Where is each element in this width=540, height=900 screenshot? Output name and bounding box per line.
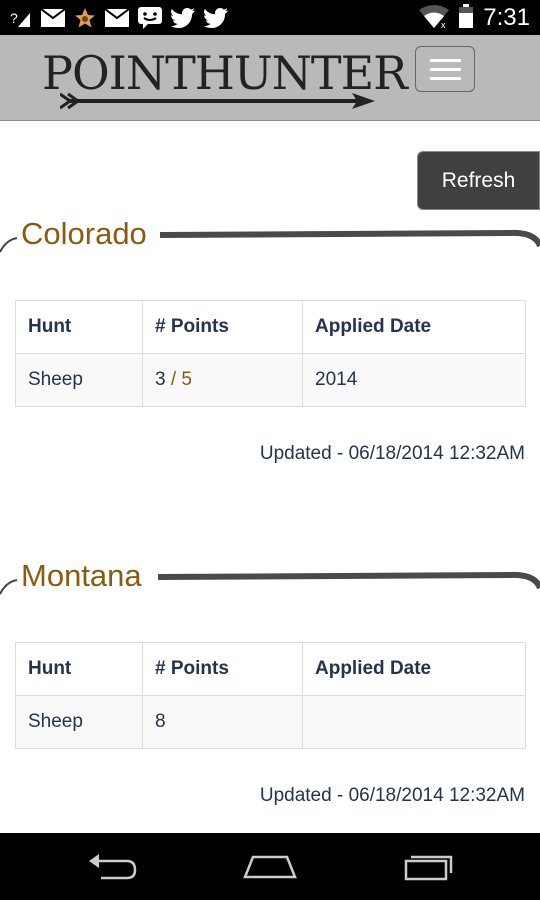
- clock: 7:31: [483, 4, 530, 31]
- table-row: Sheep 3 / 5 2014: [15, 353, 526, 407]
- email-icon: [105, 8, 129, 27]
- email-icon: [41, 8, 65, 27]
- section-header-montana: Montana: [0, 558, 540, 608]
- system-nav-bar: [0, 833, 540, 900]
- pointhunter-logo: POINTHUNTER: [40, 43, 408, 110]
- column-header: Applied Date: [302, 300, 526, 354]
- hamburger-icon-bar: [430, 77, 461, 80]
- twitter-icon: [171, 7, 195, 28]
- app-header: POINTHUNTER: [0, 35, 540, 121]
- messaging-icon: [138, 6, 162, 29]
- points-separator: /: [165, 369, 182, 390]
- star-badge-icon: [74, 7, 96, 29]
- battery-icon: [459, 3, 474, 33]
- svg-text:x: x: [441, 20, 446, 28]
- section-header-colorado: Colorado: [0, 216, 540, 266]
- home-icon[interactable]: [243, 851, 297, 886]
- table-header-row: Hunt # Points Applied Date: [15, 300, 526, 354]
- refresh-button[interactable]: Refresh: [417, 151, 540, 210]
- updated-timestamp: Updated - 06/18/2014 12:32AM: [259, 443, 525, 464]
- status-right: x 7:31: [419, 3, 530, 33]
- menu-button[interactable]: [415, 46, 475, 92]
- unknown-notification-icon: ?: [10, 7, 32, 29]
- arrow-icon: [60, 92, 375, 110]
- applied-date-cell: [302, 695, 526, 749]
- updated-timestamp: Updated - 06/18/2014 12:32AM: [259, 785, 525, 806]
- column-header: Applied Date: [302, 642, 526, 696]
- column-header: # Points: [142, 300, 303, 354]
- section-title: Colorado: [21, 216, 147, 251]
- points-max: 5: [181, 369, 192, 390]
- hunt-cell: Sheep: [15, 353, 143, 407]
- column-header: Hunt: [15, 300, 143, 354]
- column-header: # Points: [142, 642, 303, 696]
- points-cell: 3 / 5: [142, 353, 303, 407]
- wifi-icon: x: [419, 4, 450, 33]
- twitter-icon: [204, 7, 228, 28]
- applied-date-cell: 2014: [302, 353, 526, 407]
- points-table: Hunt # Points Applied Date Sheep 3 / 5 2…: [15, 300, 526, 407]
- points-value: 8: [155, 711, 166, 732]
- hunt-cell: Sheep: [15, 695, 143, 749]
- points-cell: 8: [142, 695, 303, 749]
- notification-icons: ?: [10, 5, 228, 30]
- hamburger-icon-bar: [430, 68, 461, 71]
- section-title: Montana: [21, 558, 142, 593]
- table-row: Sheep 8: [15, 695, 526, 749]
- back-icon[interactable]: [87, 851, 137, 886]
- points-value: 3: [155, 369, 166, 390]
- table-header-row: Hunt # Points Applied Date: [15, 642, 526, 696]
- svg-text:?: ?: [10, 10, 18, 26]
- points-table: Hunt # Points Applied Date Sheep 8: [15, 642, 526, 749]
- hamburger-icon: [430, 59, 461, 62]
- recent-apps-icon[interactable]: [402, 851, 454, 886]
- status-bar: ? x 7:31: [0, 0, 540, 35]
- column-header: Hunt: [15, 642, 143, 696]
